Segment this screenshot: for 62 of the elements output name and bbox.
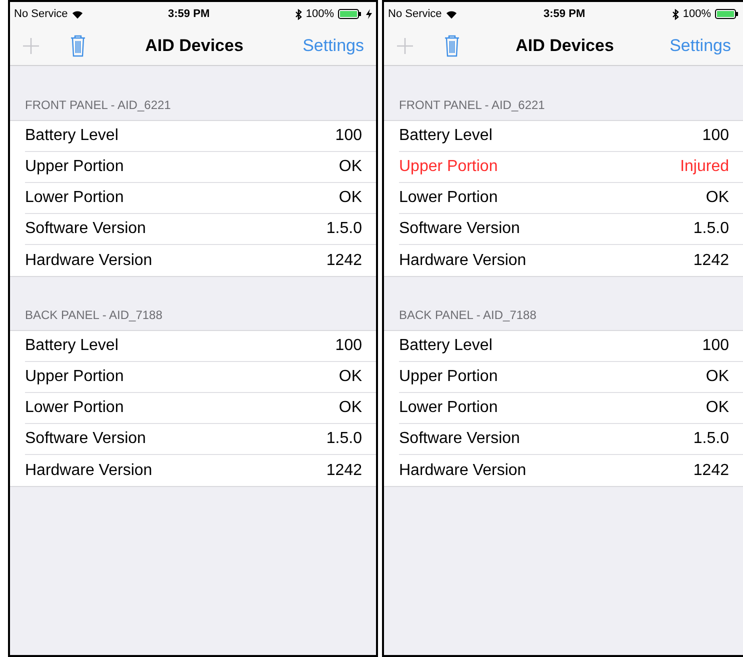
trash-button[interactable] bbox=[70, 34, 86, 58]
row-value: 1.5.0 bbox=[693, 219, 729, 239]
clock-time: 3:59 PM bbox=[168, 6, 210, 22]
row-value: OK bbox=[706, 367, 729, 387]
row-value: 1242 bbox=[693, 250, 729, 270]
row-value: 1.5.0 bbox=[326, 219, 362, 239]
row-label: Battery Level bbox=[25, 336, 118, 356]
row-label: Software Version bbox=[25, 429, 146, 449]
nav-title: AID Devices bbox=[144, 34, 244, 57]
row-label: Battery Level bbox=[25, 126, 118, 146]
section-header: FRONT PANEL - AID_6221 bbox=[25, 97, 171, 114]
carrier-label: No Service bbox=[14, 6, 68, 22]
row-label: Hardware Version bbox=[399, 460, 526, 480]
wifi-icon bbox=[446, 10, 457, 18]
section-header: BACK PANEL - AID_7188 bbox=[399, 307, 536, 324]
settings-button[interactable]: Settings bbox=[670, 32, 731, 58]
row-label: Hardware Version bbox=[25, 250, 152, 270]
row-label: Upper Portion bbox=[399, 367, 498, 387]
row-value: 100 bbox=[335, 336, 362, 356]
row-label: Hardware Version bbox=[25, 460, 152, 480]
battery-percent: 100% bbox=[306, 6, 334, 22]
row-label: Battery Level bbox=[399, 126, 492, 146]
row-value: 100 bbox=[702, 126, 729, 146]
row-value: OK bbox=[338, 157, 362, 177]
nav-title: AID Devices bbox=[514, 34, 615, 57]
row-label: Lower Portion bbox=[25, 188, 124, 208]
settings-button[interactable]: Settings bbox=[302, 32, 364, 58]
row-label: Software Version bbox=[399, 219, 520, 239]
row-label: Battery Level bbox=[399, 336, 492, 356]
row-value: 1.5.0 bbox=[693, 429, 729, 449]
row-label: Lower Portion bbox=[399, 188, 498, 208]
row-label: Software Version bbox=[399, 429, 520, 449]
row-label: Software Version bbox=[25, 219, 146, 239]
section-header: FRONT PANEL - AID_6221 bbox=[399, 97, 545, 114]
row-value: 1242 bbox=[693, 460, 729, 480]
row-value: OK bbox=[338, 188, 362, 208]
row-value: OK bbox=[706, 188, 729, 208]
row-value: 1242 bbox=[326, 460, 362, 480]
clock-time: 3:59 PM bbox=[544, 6, 586, 22]
wifi-icon bbox=[72, 10, 83, 18]
row-label: Lower Portion bbox=[399, 398, 498, 418]
row-label: Upper Portion bbox=[399, 157, 498, 177]
row-value: Injured bbox=[680, 157, 729, 177]
bluetooth-icon bbox=[672, 8, 679, 20]
row-label: Upper Portion bbox=[25, 367, 124, 387]
bluetooth-icon bbox=[294, 8, 302, 20]
row-label: Lower Portion bbox=[25, 398, 124, 418]
row-label: Hardware Version bbox=[399, 250, 526, 270]
row-value: 1.5.0 bbox=[326, 429, 362, 449]
row-value: 100 bbox=[702, 336, 729, 356]
battery-percent: 100% bbox=[682, 6, 711, 22]
row-value: 1242 bbox=[326, 250, 362, 270]
section-header: BACK PANEL - AID_7188 bbox=[25, 307, 162, 324]
carrier-label: No Service bbox=[388, 6, 442, 22]
row-value: OK bbox=[338, 367, 362, 387]
row-value: 100 bbox=[335, 126, 362, 146]
trash-button[interactable] bbox=[444, 34, 460, 58]
row-value: OK bbox=[706, 398, 729, 418]
row-label: Upper Portion bbox=[25, 157, 124, 177]
battery-icon bbox=[714, 9, 739, 19]
row-value: OK bbox=[338, 398, 362, 418]
battery-icon bbox=[338, 9, 362, 19]
